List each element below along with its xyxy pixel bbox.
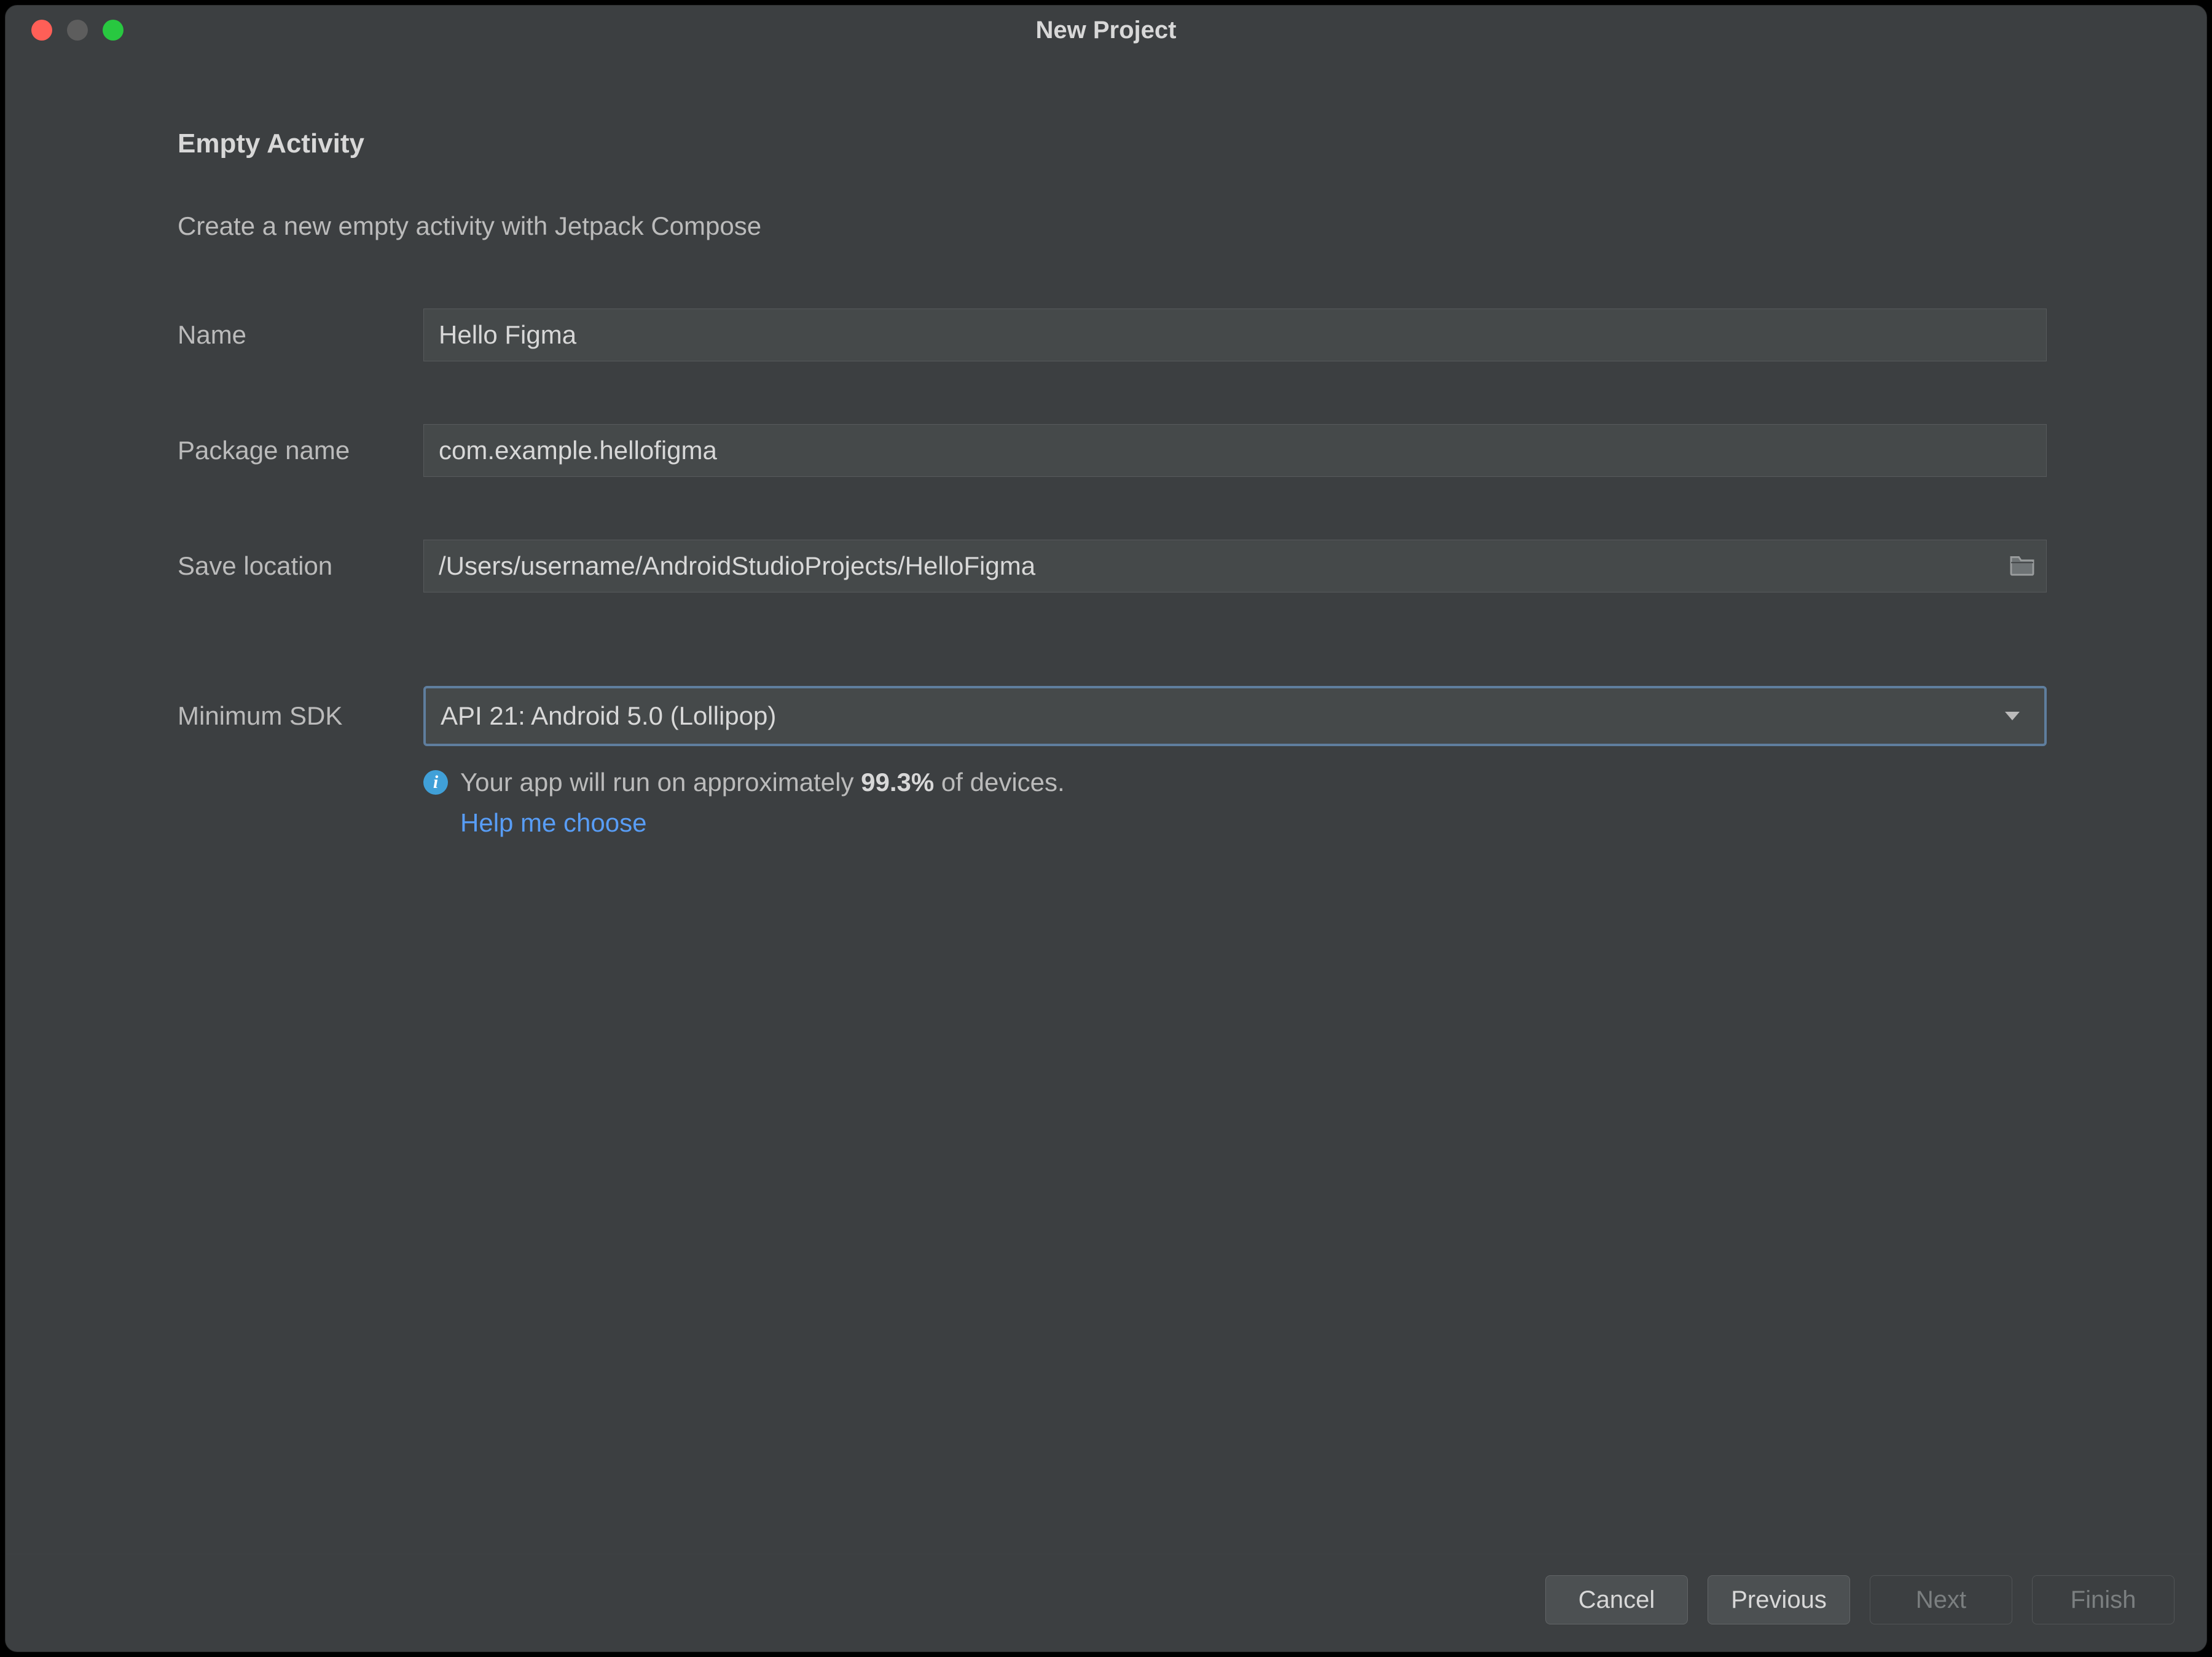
- label-package: Package name: [178, 436, 423, 465]
- save-location-field[interactable]: [423, 540, 2047, 592]
- label-location: Save location: [178, 551, 423, 581]
- chevron-down-icon: [2005, 712, 2020, 720]
- window-title: New Project: [6, 17, 2206, 44]
- row-min-sdk: Minimum SDK API 21: Android 5.0 (Lollipo…: [178, 686, 2047, 746]
- finish-button[interactable]: Finish: [2032, 1575, 2175, 1624]
- minimum-sdk-value: API 21: Android 5.0 (Lollipop): [441, 701, 2005, 731]
- row-name: Name: [178, 309, 2047, 361]
- new-project-dialog: New Project Empty Activity Create a new …: [5, 5, 2207, 1652]
- minimize-window-icon[interactable]: [67, 20, 88, 41]
- help-me-choose-link[interactable]: Help me choose: [460, 808, 2047, 838]
- cancel-button[interactable]: Cancel: [1545, 1575, 1688, 1624]
- sdk-coverage-text: Your app will run on approximately 99.3%…: [460, 768, 1065, 797]
- label-min-sdk: Minimum SDK: [178, 701, 423, 731]
- sdk-info-block: i Your app will run on approximately 99.…: [423, 768, 2047, 838]
- row-location: Save location: [178, 540, 2047, 592]
- page-heading: Empty Activity: [178, 128, 2047, 159]
- window-controls: [31, 20, 124, 41]
- sdk-coverage-info: i Your app will run on approximately 99.…: [423, 768, 2047, 797]
- previous-button[interactable]: Previous: [1708, 1575, 1850, 1624]
- info-icon: i: [423, 770, 448, 795]
- minimum-sdk-dropdown[interactable]: API 21: Android 5.0 (Lollipop): [423, 686, 2047, 746]
- label-name: Name: [178, 320, 423, 350]
- next-button[interactable]: Next: [1870, 1575, 2012, 1624]
- form: Name Package name Save location: [178, 309, 2047, 746]
- dialog-footer: Cancel Previous Next Finish: [6, 1554, 2206, 1651]
- page-subheading: Create a new empty activity with Jetpack…: [178, 211, 2047, 241]
- row-package: Package name: [178, 424, 2047, 477]
- name-field[interactable]: [423, 309, 2047, 361]
- folder-icon[interactable]: [2009, 554, 2036, 579]
- titlebar: New Project: [6, 6, 2206, 55]
- zoom-window-icon[interactable]: [103, 20, 124, 41]
- package-name-field[interactable]: [423, 424, 2047, 477]
- close-window-icon[interactable]: [31, 20, 52, 41]
- dialog-content: Empty Activity Create a new empty activi…: [6, 55, 2206, 1554]
